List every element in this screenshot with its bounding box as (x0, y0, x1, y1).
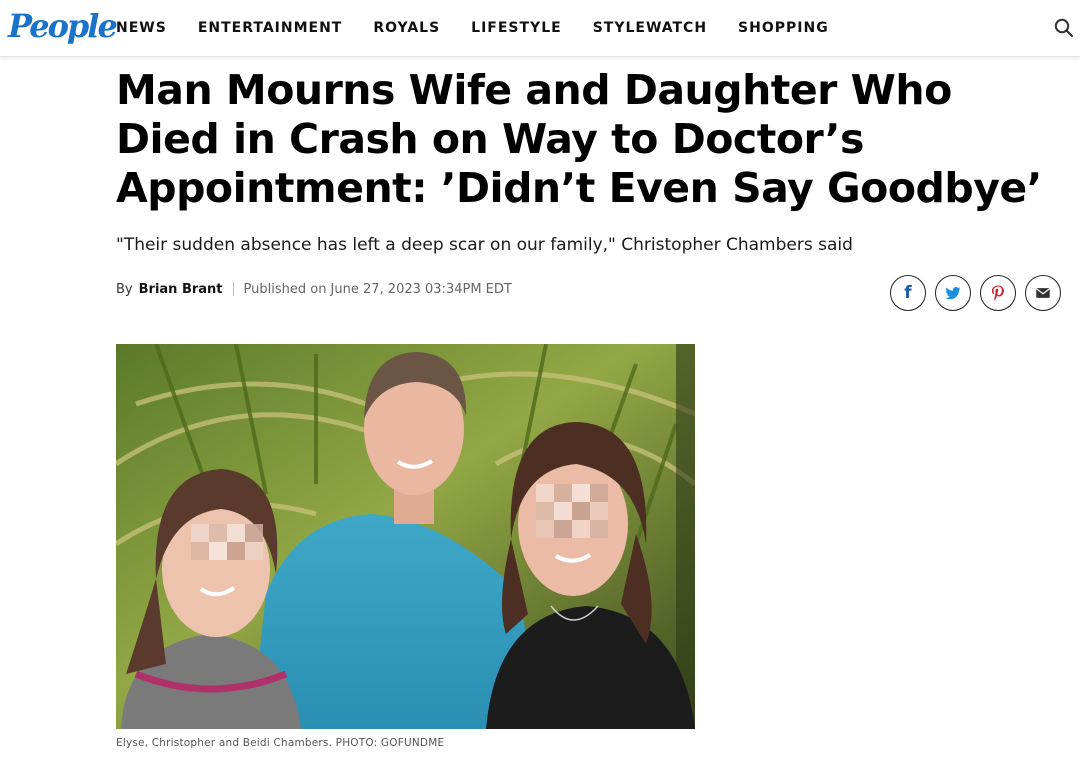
byline-prefix: By (116, 281, 133, 297)
social-share-bar: f (890, 275, 1061, 311)
nav-item-lifestyle[interactable]: LIFESTYLE (471, 0, 562, 56)
family-photo-image (116, 344, 695, 729)
main-nav: NEWS ENTERTAINMENT ROYALS LIFESTYLE STYL… (116, 0, 860, 56)
twitter-icon (945, 287, 961, 300)
nav-item-entertainment[interactable]: ENTERTAINMENT (198, 0, 343, 56)
author-link[interactable]: Brian Brant (139, 282, 223, 297)
nav-item-shopping[interactable]: SHOPPING (738, 0, 829, 56)
nav-item-stylewatch[interactable]: STYLEWATCH (593, 0, 707, 56)
nav-item-news[interactable]: NEWS (116, 0, 167, 56)
pinterest-icon (991, 285, 1004, 301)
share-twitter-button[interactable] (935, 275, 971, 311)
photo-caption: Elyse, Christopher and Beidi Chambers. P… (116, 737, 445, 749)
byline-divider (232, 282, 234, 296)
share-facebook-button[interactable]: f (890, 275, 926, 311)
email-icon (1036, 288, 1050, 298)
share-pinterest-button[interactable] (980, 275, 1016, 311)
top-navigation-bar: People NEWS ENTERTAINMENT ROYALS LIFESTY… (0, 0, 1080, 57)
article-subheadline: "Their sudden absence has left a deep sc… (116, 235, 853, 255)
share-email-button[interactable] (1025, 275, 1061, 311)
nav-item-royals[interactable]: ROYALS (373, 0, 440, 56)
site-logo[interactable]: People (8, 6, 118, 46)
search-button[interactable] (1052, 16, 1076, 40)
facebook-icon: f (904, 283, 912, 303)
search-icon (1054, 18, 1074, 38)
article-headline: Man Mourns Wife and Daughter Who Died in… (116, 66, 1042, 212)
publish-date: Published on June 27, 2023 03:34PM EDT (243, 281, 512, 297)
lead-photo (116, 344, 695, 729)
byline: By Brian Brant Published on June 27, 202… (116, 278, 512, 300)
